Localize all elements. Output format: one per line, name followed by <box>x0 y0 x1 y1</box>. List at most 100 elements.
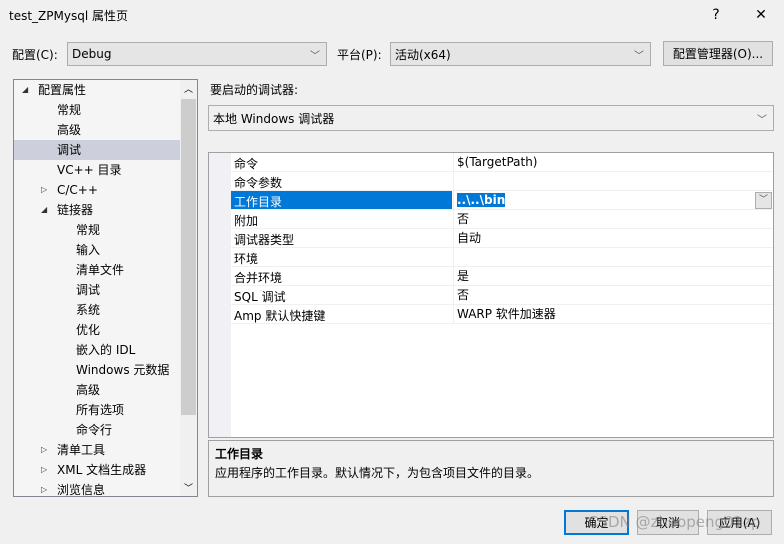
property-value[interactable]: 自动 <box>453 229 773 247</box>
expanded-arrow-icon[interactable]: ◢ <box>41 200 47 220</box>
tree-item-label: C/C++ <box>57 183 98 197</box>
property-value[interactable]: ..\..\bin <box>453 191 773 209</box>
tree-item[interactable]: ▷ 清单工具 <box>14 440 180 460</box>
close-button[interactable]: ✕ <box>738 0 784 30</box>
tree-item-label: 清单工具 <box>57 443 106 457</box>
platform-label: 平台(P): <box>337 48 382 62</box>
description-title: 工作目录 <box>215 447 264 461</box>
tree-item-label: 系统 <box>76 303 101 317</box>
window-title: test_ZPMysql 属性页 <box>9 9 128 23</box>
tree-item[interactable]: 调试 <box>14 280 180 300</box>
chevron-down-icon[interactable]: ﹀ <box>755 192 772 209</box>
property-value-text: 否 <box>457 288 470 302</box>
debugger-select[interactable]: 本地 Windows 调试器 ﹀ <box>208 105 774 131</box>
property-name: 调试器类型 <box>234 233 295 247</box>
tree-item[interactable]: ▷ 浏览信息 <box>14 480 180 497</box>
collapsed-arrow-icon[interactable]: ▷ <box>41 440 47 460</box>
debugger-label: 要启动的调试器: <box>210 83 299 97</box>
tree-item-label: Windows 元数据 <box>76 363 170 377</box>
property-value-text: 是 <box>457 269 470 283</box>
tree-item-label: VC++ 目录 <box>57 163 122 177</box>
property-value[interactable]: $(TargetPath) <box>453 153 773 171</box>
property-value-text: ..\..\bin <box>457 193 506 207</box>
tree-item[interactable]: 清单文件 <box>14 260 180 280</box>
debugger-value: 本地 Windows 调试器 <box>213 111 335 126</box>
chevron-down-icon: ﹀ <box>310 51 320 62</box>
tree-item[interactable]: ▷ XML 文档生成器 <box>14 460 180 480</box>
scroll-down-icon[interactable]: ﹀ <box>184 481 193 494</box>
tree-item-label: 常规 <box>76 223 101 237</box>
description-text: 应用程序的工作目录。默认情况下，为包含项目文件的目录。 <box>215 466 540 480</box>
tree-item-label: 清单文件 <box>76 263 125 277</box>
expanded-arrow-icon[interactable]: ◢ <box>22 80 28 100</box>
tree-item-label: 高级 <box>76 383 101 397</box>
scrollbar-thumb[interactable] <box>181 99 196 415</box>
tree-item-label: 所有选项 <box>76 403 125 417</box>
tree-item[interactable]: 系统 <box>14 300 180 320</box>
tree-item-label: 调试 <box>76 283 101 297</box>
platform-value: 活动(x64) <box>395 47 451 62</box>
tree-item[interactable]: 命令行 <box>14 420 180 440</box>
tree-item-label: 高级 <box>57 123 82 137</box>
tree-item[interactable]: 调试 <box>14 140 180 160</box>
tree-item[interactable]: 优化 <box>14 320 180 340</box>
property-value[interactable] <box>453 172 773 190</box>
tree-item-label: 优化 <box>76 323 101 337</box>
tree-item[interactable]: Windows 元数据 <box>14 360 180 380</box>
property-grid: 命令 $(TargetPath) 命令参数 工作目录 ..\..\bin ﹀ 附加否调试器类… <box>208 152 774 438</box>
grid-gutter <box>209 153 231 437</box>
property-value-text: 否 <box>457 212 470 226</box>
collapsed-arrow-icon[interactable]: ▷ <box>41 460 47 480</box>
platform-select[interactable]: 活动(x64) ﹀ <box>390 42 651 66</box>
tree-item[interactable]: ▷ C/C++ <box>14 180 180 200</box>
property-row[interactable]: 调试器类型 自动 <box>231 229 773 248</box>
chevron-down-icon: ﹀ <box>757 115 767 126</box>
property-row[interactable]: 工作目录 ..\..\bin ﹀ <box>231 191 773 210</box>
property-name: 命令参数 <box>234 176 283 190</box>
tree-item[interactable]: ◢ 配置属性 <box>14 80 180 100</box>
scroll-up-icon[interactable]: ︿ <box>184 82 193 95</box>
tree-item[interactable]: VC++ 目录 <box>14 160 180 180</box>
property-value[interactable]: 否 <box>453 286 773 304</box>
tree-item[interactable]: 高级 <box>14 380 180 400</box>
tree-item-label: 浏览信息 <box>57 483 106 497</box>
tree-item[interactable]: ◢ 链接器 <box>14 200 180 220</box>
tree-item[interactable]: 所有选项 <box>14 400 180 420</box>
collapsed-arrow-icon[interactable]: ▷ <box>41 480 47 496</box>
tree-item[interactable]: 输入 <box>14 240 180 260</box>
config-select[interactable]: Debug ﹀ <box>67 42 327 66</box>
property-value-text: WARP 软件加速器 <box>457 307 556 321</box>
property-row[interactable]: SQL 调试 否 <box>231 286 773 305</box>
property-row[interactable]: 命令 $(TargetPath) <box>231 153 773 172</box>
property-row[interactable]: 命令参数 <box>231 172 773 191</box>
config-manager-button[interactable]: 配置管理器(O)... <box>663 41 773 66</box>
property-value[interactable]: 是 <box>453 267 773 285</box>
property-name: 工作目录 <box>234 195 283 209</box>
tree-item[interactable]: 高级 <box>14 120 180 140</box>
tree-item-label: 调试 <box>57 143 82 157</box>
chevron-down-icon: ﹀ <box>634 51 644 62</box>
property-value-text: $(TargetPath) <box>457 155 538 169</box>
property-name: SQL 调试 <box>234 290 286 304</box>
tree-item[interactable]: 常规 <box>14 100 180 120</box>
tree-item[interactable]: 嵌入的 IDL <box>14 340 180 360</box>
property-name: 合并环境 <box>234 271 283 285</box>
tree-item-label: 链接器 <box>57 203 94 217</box>
tree-scrollbar[interactable]: ︿ ﹀ <box>180 80 197 496</box>
property-tree: ◢ 配置属性 常规 高级 调试 VC++ 目录 ▷ C/C++ ◢ 链接器 常规 输入 清单文件 调试 系统… <box>13 79 198 497</box>
tree-item[interactable]: 常规 <box>14 220 180 240</box>
property-value[interactable] <box>453 248 773 266</box>
property-value[interactable]: WARP 软件加速器 <box>453 305 773 323</box>
property-row[interactable]: Amp 默认快捷键 WARP 软件加速器 <box>231 305 773 324</box>
property-row[interactable]: 合并环境 是 <box>231 267 773 286</box>
tree-item-label: 命令行 <box>76 423 113 437</box>
property-value-text: 自动 <box>457 231 482 245</box>
help-button[interactable]: ? <box>693 0 739 30</box>
collapsed-arrow-icon[interactable]: ▷ <box>41 180 47 200</box>
property-row[interactable]: 附加 否 <box>231 210 773 229</box>
property-value[interactable]: 否 <box>453 210 773 228</box>
watermark: CSDN @zhaopeng01zp <box>588 513 761 531</box>
property-name: 附加 <box>234 214 259 228</box>
property-row[interactable]: 环境 <box>231 248 773 267</box>
property-name: 环境 <box>234 252 259 266</box>
